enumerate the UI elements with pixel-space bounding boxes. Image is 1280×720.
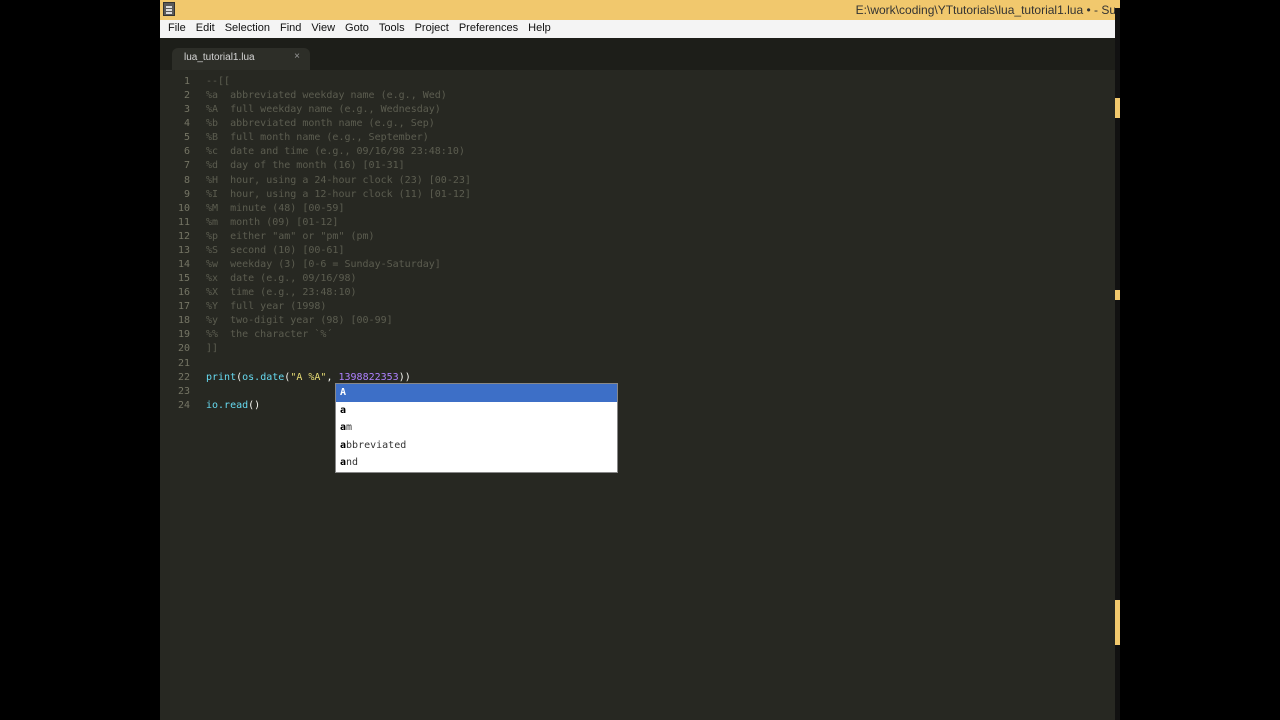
app-icon[interactable] [163,2,175,16]
code-line: %A full weekday name (e.g., Wednesday) [206,104,441,116]
line-number: 2 [183,90,190,102]
line-number: 15 [177,273,190,285]
autocomplete-item[interactable]: A [336,384,617,402]
code-line: %d day of the month (16) [01-31] [206,160,405,172]
code-line: %B full month name (e.g., September) [206,132,429,144]
line-number: 19 [177,329,190,341]
menu-tools[interactable]: Tools [371,20,405,38]
tab-lua-tutorial1[interactable]: lua_tutorial1.lua × [172,48,310,70]
autocomplete-item[interactable]: abbreviated [336,437,617,455]
code-line: %y two-digit year (98) [00-99] [206,315,393,327]
tab-label: lua_tutorial1.lua [184,52,255,63]
line-number: 14 [177,259,190,271]
autocomplete-rest: m [346,422,353,433]
autocomplete-item[interactable]: a [336,402,617,420]
line-number: 7 [183,160,190,172]
line-number: 3 [183,104,190,116]
code-line: %p either "am" or "pm" (pm) [206,230,375,242]
tab-bar: lua_tutorial1.lua × [160,38,1120,70]
menu-project[interactable]: Project [407,20,449,38]
code-line: %% the character `%´ [206,329,333,341]
code-line: %a abbreviated weekday name (e.g., Wed) [206,90,447,102]
code-line: %b abbreviated month name (e.g., Sep) [206,118,435,130]
code-line: %X time (e.g., 23:48:10) [206,287,357,299]
line-number: 24 [177,399,190,411]
line-number-gutter: 1 2 3 4 5 6 7 8 9 10 11 12 13 14 15 16 1… [160,75,190,413]
scrollbar-segment [1115,645,1120,720]
menu-selection[interactable]: Selection [217,20,270,38]
line-number: 9 [183,188,190,200]
code-line: %S second (10) [00-61] [206,244,345,256]
line-number: 1 [183,76,190,87]
window-edge-scrollbar[interactable] [1115,0,1120,720]
autocomplete-item[interactable]: and [336,454,617,472]
line-number: 6 [183,146,190,158]
autocomplete-item[interactable]: am [336,419,617,437]
paren-close: )) [398,371,411,383]
line-number: 8 [183,174,190,186]
line-number: 10 [177,202,190,214]
title-bar: E:\work\coding\YTtutorials\lua_tutorial1… [160,0,1120,20]
code-line: %c date and time (e.g., 09/16/98 23:48:1… [206,146,465,158]
format-string: "A %A" [290,371,327,383]
menu-file[interactable]: File [160,20,186,38]
line-number: 12 [177,230,190,242]
line-number: 21 [177,357,190,369]
code-line: --[[ [206,76,231,87]
code-line: %I hour, using a 12-hour clock (11) [01-… [206,188,471,200]
window-title: E:\work\coding\YTtutorials\lua_tutorial1… [855,3,1116,17]
code-line: %H hour, using a 24-hour clock (23) [00-… [206,174,471,186]
code-line: %w weekday (3) [0-6 = Sunday-Saturday] [206,259,441,271]
line-number: 13 [177,244,190,256]
code-line: %x date (e.g., 09/16/98) [206,273,357,285]
autocomplete-popup[interactable]: A a am abbreviated and [335,383,618,473]
menu-preferences[interactable]: Preferences [451,20,518,38]
code-line: ]] [206,343,219,355]
autocomplete-match: A [340,387,347,398]
timestamp-number: 1398822353 [338,371,399,383]
scrollbar-segment [1115,118,1120,290]
line-number: 16 [177,287,190,299]
code-area[interactable]: --[[ %a abbreviated weekday name (e.g., … [206,75,1086,413]
menu-view[interactable]: View [303,20,335,38]
sublime-window: E:\work\coding\YTtutorials\lua_tutorial1… [160,0,1120,720]
line-number: 22 [177,371,190,383]
io-read-call: io.read [206,399,249,411]
line-number: 17 [177,301,190,313]
code-line: %M minute (48) [00-59] [206,202,345,214]
code-line: %Y full year (1998) [206,301,327,313]
autocomplete-rest: nd [346,457,359,468]
os-date-call: os.date [242,371,285,383]
line-number: 23 [177,385,190,397]
menu-help[interactable]: Help [520,20,551,38]
line-number: 18 [177,315,190,327]
line-number: 20 [177,343,190,355]
autocomplete-match: a [340,404,347,416]
code-line: %m month (09) [01-12] [206,216,339,228]
line-number: 11 [177,216,190,228]
line-number: 4 [183,118,190,130]
menu-find[interactable]: Find [272,20,301,38]
scrollbar-segment [1115,300,1120,600]
print-keyword: print [206,371,237,383]
scrollbar-segment [1115,8,1120,98]
line-number: 5 [183,132,190,144]
read-args: () [248,399,261,411]
menu-edit[interactable]: Edit [188,20,215,38]
comma: , [326,371,339,383]
close-icon[interactable]: × [294,51,300,62]
menu-goto[interactable]: Goto [337,20,369,38]
autocomplete-rest: bbreviated [346,439,407,451]
menu-bar: File Edit Selection Find View Goto Tools… [160,20,1120,39]
code-editor[interactable]: 1 2 3 4 5 6 7 8 9 10 11 12 13 14 15 16 1… [160,70,1120,720]
